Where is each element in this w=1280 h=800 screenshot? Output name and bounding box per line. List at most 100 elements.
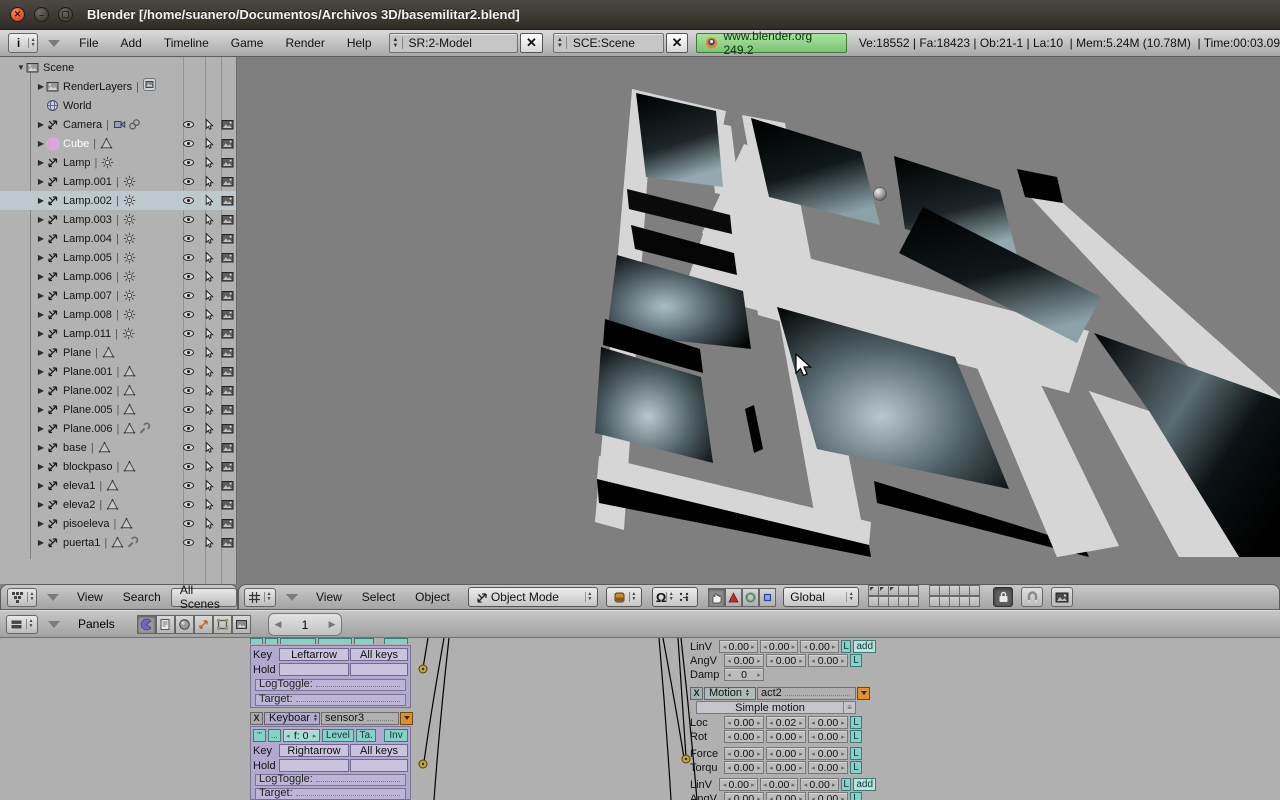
outliner-menu-view[interactable]: View bbox=[67, 590, 113, 604]
target-field[interactable]: Target: bbox=[255, 787, 406, 800]
orientation-dropdown[interactable]: Global ▲ ▼ bbox=[783, 587, 860, 607]
value-field[interactable]: ◂ 0.00 ▸ bbox=[808, 730, 848, 743]
scene-selector[interactable]: ▲ ▼ SCE:Scene bbox=[552, 33, 664, 53]
restrict-select-toggle[interactable] bbox=[202, 156, 215, 169]
restrict-view-toggle[interactable] bbox=[182, 327, 195, 340]
restrict-view-toggle[interactable] bbox=[182, 175, 195, 188]
sensor-type-dropdown[interactable]: Keyboar ▲ ▼ bbox=[264, 711, 320, 725]
layer-cell[interactable] bbox=[969, 585, 981, 596]
manipulator-combo-button[interactable] bbox=[759, 587, 777, 607]
local-toggle-button[interactable]: L bbox=[850, 747, 862, 760]
actuator-type-dropdown[interactable]: Motion ▲ ▼ bbox=[704, 686, 756, 700]
restrict-select-toggle[interactable] bbox=[202, 479, 215, 492]
local-toggle-button[interactable]: L bbox=[840, 778, 852, 791]
local-toggle-button[interactable]: L bbox=[840, 640, 852, 653]
restrict-select-toggle[interactable] bbox=[202, 384, 215, 397]
editor-type-3dview[interactable]: ▲ ▼ bbox=[244, 587, 276, 607]
outliner-item-plane-001[interactable]: ▶ Plane.001 | bbox=[0, 362, 236, 381]
editor-type-outliner[interactable]: ▲ ▼ bbox=[7, 587, 37, 607]
draw-type-dropdown[interactable]: ▲ ▼ bbox=[605, 587, 642, 607]
triangle-closed-icon[interactable]: ▶ bbox=[36, 82, 46, 91]
restrict-view-toggle[interactable] bbox=[182, 479, 195, 492]
local-toggle-button[interactable]: L bbox=[850, 716, 862, 729]
restrict-render-toggle[interactable] bbox=[221, 232, 234, 245]
collapse-menu-icon[interactable] bbox=[48, 39, 61, 47]
restrict-render-toggle[interactable] bbox=[221, 137, 234, 150]
maximize-button[interactable]: ▢ bbox=[58, 7, 73, 22]
restrict-view-toggle[interactable] bbox=[182, 536, 195, 549]
restrict-render-toggle[interactable] bbox=[221, 384, 234, 397]
value-field[interactable]: ◂ 0.00 ▸ bbox=[719, 640, 758, 653]
frame-next-icon[interactable]: ▶ bbox=[323, 619, 341, 630]
restrict-view-toggle[interactable] bbox=[182, 346, 195, 359]
triangle-closed-icon[interactable]: ▶ bbox=[36, 424, 46, 433]
view-menu[interactable]: View bbox=[306, 590, 352, 604]
restrict-render-toggle[interactable] bbox=[221, 194, 234, 207]
logtoggle-field[interactable]: LogToggle: bbox=[255, 678, 406, 691]
restrict-select-toggle[interactable] bbox=[202, 137, 215, 150]
outliner-item-puerta1[interactable]: ▶ puerta1 | bbox=[0, 533, 236, 552]
key-binding-button[interactable]: Rightarrow bbox=[279, 744, 349, 757]
restrict-render-toggle[interactable] bbox=[221, 460, 234, 473]
restrict-select-toggle[interactable] bbox=[202, 175, 215, 188]
restrict-select-toggle[interactable] bbox=[202, 289, 215, 302]
restrict-view-toggle[interactable] bbox=[182, 308, 195, 321]
all-keys-button[interactable]: All keys bbox=[350, 744, 408, 757]
outliner-item-world[interactable]: World bbox=[0, 96, 236, 115]
triangle-open-icon[interactable]: ▼ bbox=[16, 63, 26, 72]
outliner-item-plane-005[interactable]: ▶ Plane.005 | bbox=[0, 400, 236, 419]
close-button[interactable]: ✕ bbox=[10, 7, 25, 22]
restrict-select-toggle[interactable] bbox=[202, 422, 215, 435]
outliner-item-eleva1[interactable]: ▶ eleva1 | bbox=[0, 476, 236, 495]
restrict-render-toggle[interactable] bbox=[221, 441, 234, 454]
value-field[interactable]: ◂ 0.02 ▸ bbox=[766, 716, 806, 729]
restrict-render-toggle[interactable] bbox=[221, 251, 234, 264]
restrict-view-toggle[interactable] bbox=[182, 213, 195, 226]
restrict-select-toggle[interactable] bbox=[202, 327, 215, 340]
manipulator-translate-button[interactable] bbox=[708, 587, 726, 607]
editing-context-button[interactable] bbox=[212, 614, 232, 634]
scene-delete-button[interactable]: ✕ bbox=[665, 33, 689, 53]
layer-buttons-group1[interactable] bbox=[868, 585, 926, 608]
restrict-select-toggle[interactable] bbox=[202, 498, 215, 511]
delete-sensor-button[interactable]: X bbox=[250, 711, 263, 725]
restrict-select-toggle[interactable] bbox=[202, 232, 215, 245]
panels-menu[interactable]: Panels bbox=[68, 617, 125, 631]
triangle-closed-icon[interactable]: ▶ bbox=[36, 158, 46, 167]
restrict-select-toggle[interactable] bbox=[202, 517, 215, 530]
triangle-closed-icon[interactable]: ▶ bbox=[36, 519, 46, 528]
restrict-select-toggle[interactable] bbox=[202, 460, 215, 473]
outliner-item-renderlayers[interactable]: ▶ RenderLayers | bbox=[0, 77, 236, 96]
restrict-view-toggle[interactable] bbox=[182, 403, 195, 416]
outliner-scope-dropdown[interactable]: All Scenes bbox=[170, 583, 237, 611]
value-field[interactable]: ◂ 0.00 ▸ bbox=[808, 761, 848, 774]
restrict-view-toggle[interactable] bbox=[182, 232, 195, 245]
value-field[interactable]: ◂ 0 ▸ bbox=[724, 668, 764, 681]
collapse-menu-icon[interactable] bbox=[286, 593, 298, 601]
pulse-true-button[interactable]: ''' bbox=[253, 729, 266, 742]
editor-type-buttons[interactable]: ▲ ▼ bbox=[6, 614, 38, 634]
restrict-view-toggle[interactable] bbox=[182, 118, 195, 131]
add-toggle-button[interactable]: add bbox=[853, 778, 876, 791]
outliner-item-base[interactable]: ▶ base | bbox=[0, 438, 236, 457]
pivot-dropdown[interactable]: Ω ▲ ▼ bbox=[651, 587, 699, 607]
outliner-item-lamp-001[interactable]: ▶ Lamp.001 | bbox=[0, 172, 236, 191]
value-field[interactable]: ◂ 0.00 ▸ bbox=[800, 640, 839, 653]
outliner-item-blockpaso[interactable]: ▶ blockpaso | bbox=[0, 457, 236, 476]
triangle-closed-icon[interactable]: ▶ bbox=[36, 253, 46, 262]
local-toggle-button[interactable]: L bbox=[850, 730, 862, 743]
restrict-select-toggle[interactable] bbox=[202, 118, 215, 131]
triangle-closed-icon[interactable]: ▶ bbox=[36, 538, 46, 547]
menu-add[interactable]: Add bbox=[110, 36, 153, 50]
restrict-render-toggle[interactable] bbox=[221, 365, 234, 378]
restrict-view-toggle[interactable] bbox=[182, 517, 195, 530]
triangle-closed-icon[interactable]: ▶ bbox=[36, 215, 46, 224]
restrict-render-toggle[interactable] bbox=[221, 118, 234, 131]
outliner-item-lamp-008[interactable]: ▶ Lamp.008 | bbox=[0, 305, 236, 324]
value-field[interactable]: ◂ 0.00 ▸ bbox=[808, 747, 848, 760]
screen-delete-button[interactable]: ✕ bbox=[520, 33, 543, 53]
blender-version-button[interactable]: www.blender.org 249.2 bbox=[696, 29, 847, 57]
delete-actuator-button[interactable]: X bbox=[690, 686, 703, 700]
restrict-select-toggle[interactable] bbox=[202, 536, 215, 549]
menu-render[interactable]: Render bbox=[274, 36, 335, 50]
